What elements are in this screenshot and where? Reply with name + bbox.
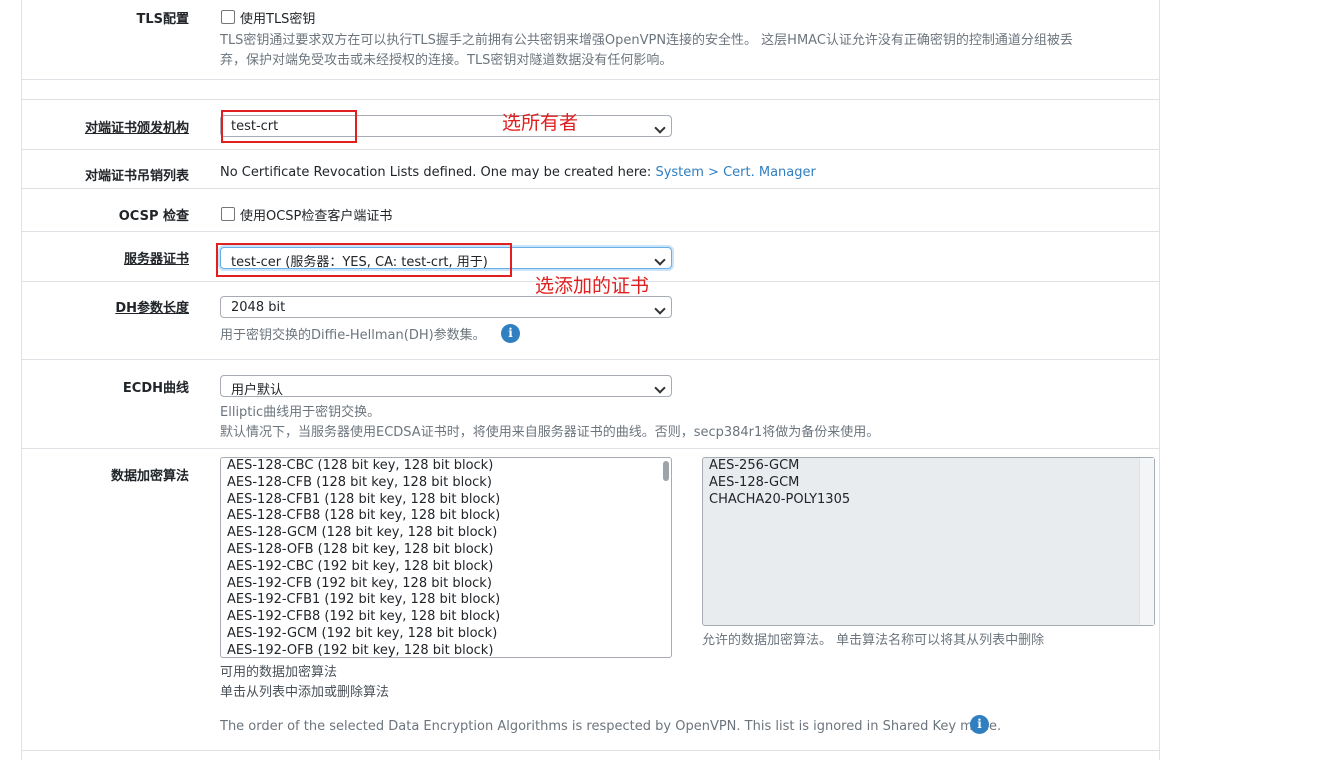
- available-algorithms-list[interactable]: AES-128-CBC (128 bit key, 128 bit block)…: [220, 457, 672, 658]
- available-algorithm-option[interactable]: AES-128-OFB (128 bit key, 128 bit block): [221, 542, 671, 559]
- available-algorithm-option[interactable]: AES-192-CBC (192 bit key, 128 bit block): [221, 559, 671, 576]
- row-divider: [21, 99, 1160, 100]
- chevron-down-icon: [654, 382, 666, 394]
- peer-crl-text: No Certificate Revocation Lists defined.…: [220, 165, 816, 180]
- available-algorithm-option[interactable]: AES-192-CFB1 (192 bit key, 128 bit block…: [221, 592, 671, 609]
- row-divider: [21, 448, 1160, 449]
- row-divider: [21, 359, 1160, 360]
- available-algorithm-option[interactable]: AES-192-CFB (192 bit key, 128 bit block): [221, 576, 671, 593]
- available-algorithm-option[interactable]: AES-128-CFB (128 bit key, 128 bit block): [221, 475, 671, 492]
- available-algorithm-option[interactable]: AES-128-GCM (128 bit key, 128 bit block): [221, 525, 671, 542]
- scrollbar-thumb[interactable]: [663, 461, 669, 481]
- ecdh-label: ECDH曲线: [122, 381, 189, 396]
- chevron-down-icon: [654, 122, 666, 134]
- annotation-select-added-cert: 选添加的证书: [535, 275, 650, 297]
- selected-algorithm-option[interactable]: CHACHA20-POLY1305: [703, 492, 1154, 509]
- available-algorithm-option[interactable]: AES-192-CFB8 (192 bit key, 128 bit block…: [221, 609, 671, 626]
- row-divider: [21, 750, 1160, 751]
- cert-manager-link[interactable]: System > Cert. Manager: [655, 165, 815, 180]
- available-algorithm-option[interactable]: AES-128-CFB1 (128 bit key, 128 bit block…: [221, 492, 671, 509]
- dh-value: 2048 bit: [231, 300, 286, 315]
- ecdh-help-line2: 默认情况下，当服务器使用ECDSA证书时，将使用来自服务器证书的曲线。否则，se…: [220, 425, 880, 440]
- server-cert-label[interactable]: 服务器证书: [124, 248, 189, 267]
- peer-ca-label[interactable]: 对端证书颁发机构: [85, 117, 189, 136]
- selected-algorithm-option[interactable]: AES-128-GCM: [703, 475, 1154, 492]
- ocsp-label: OCSP 检查: [118, 209, 189, 224]
- tls-label: TLS配置: [136, 12, 189, 27]
- chevron-down-icon: [654, 254, 666, 266]
- ocsp-checkbox-label: 使用OCSP检查客户端证书: [240, 209, 393, 224]
- available-algorithm-option[interactable]: AES-192-OFB (192 bit key, 128 bit block): [221, 643, 671, 657]
- annotation-select-owner: 选所有者: [502, 112, 579, 134]
- row-divider: [21, 149, 1160, 150]
- available-algorithm-option[interactable]: AES-128-CFB8 (128 bit key, 128 bit block…: [221, 508, 671, 525]
- available-algorithm-option[interactable]: AES-128-CBC (128 bit key, 128 bit block): [221, 458, 671, 475]
- tls-help-line2: 弃，保护对端免受攻击或未经授权的连接。TLS密钥对隧道数据没有任何影响。: [220, 53, 673, 68]
- selected-algorithms-help: 允许的数据加密算法。 单击算法名称可以将其从列表中删除: [702, 633, 1045, 648]
- scrollbar-track[interactable]: [1139, 458, 1154, 625]
- annotation-highlight-box: [221, 110, 357, 143]
- dh-select[interactable]: 2048 bit: [220, 296, 672, 318]
- row-divider: [21, 188, 1160, 189]
- ecdh-help-line1: Elliptic曲线用于密钥交换。: [220, 405, 381, 420]
- dh-help: 用于密钥交换的Diffie-Hellman(DH)参数集。: [220, 328, 486, 343]
- info-icon[interactable]: i: [501, 324, 520, 343]
- dh-label[interactable]: DH参数长度: [115, 297, 189, 316]
- encryption-label: 数据加密算法: [110, 469, 189, 484]
- available-algorithms-help-line1: 可用的数据加密算法: [220, 665, 338, 680]
- ecdh-select[interactable]: 用户默认: [220, 375, 672, 398]
- tls-key-checkbox-label: 使用TLS密钥: [240, 12, 316, 27]
- selected-algorithms-list[interactable]: AES-256-GCM AES-128-GCM CHACHA20-POLY1305: [702, 457, 1155, 626]
- annotation-highlight-box: [216, 243, 512, 277]
- available-algorithms-help-line2: 单击从列表中添加或删除算法: [220, 685, 390, 700]
- row-divider: [21, 231, 1160, 232]
- ocsp-checkbox[interactable]: [221, 207, 235, 221]
- tls-key-checkbox[interactable]: [221, 10, 235, 24]
- peer-crl-label: 对端证书吊销列表: [84, 169, 189, 184]
- tls-help-line1: TLS密钥通过要求双方在可以执行TLS握手之前拥有公共密钥来增强OpenVPN连…: [220, 33, 1073, 48]
- ecdh-value: 用户默认: [231, 383, 284, 398]
- row-divider: [21, 79, 1160, 80]
- chevron-down-icon: [654, 303, 666, 315]
- selected-algorithm-option[interactable]: AES-256-GCM: [703, 458, 1154, 475]
- available-algorithm-option[interactable]: AES-192-GCM (192 bit key, 128 bit block): [221, 626, 671, 643]
- info-icon[interactable]: i: [970, 715, 989, 734]
- algorithm-order-note: The order of the selected Data Encryptio…: [220, 719, 1002, 734]
